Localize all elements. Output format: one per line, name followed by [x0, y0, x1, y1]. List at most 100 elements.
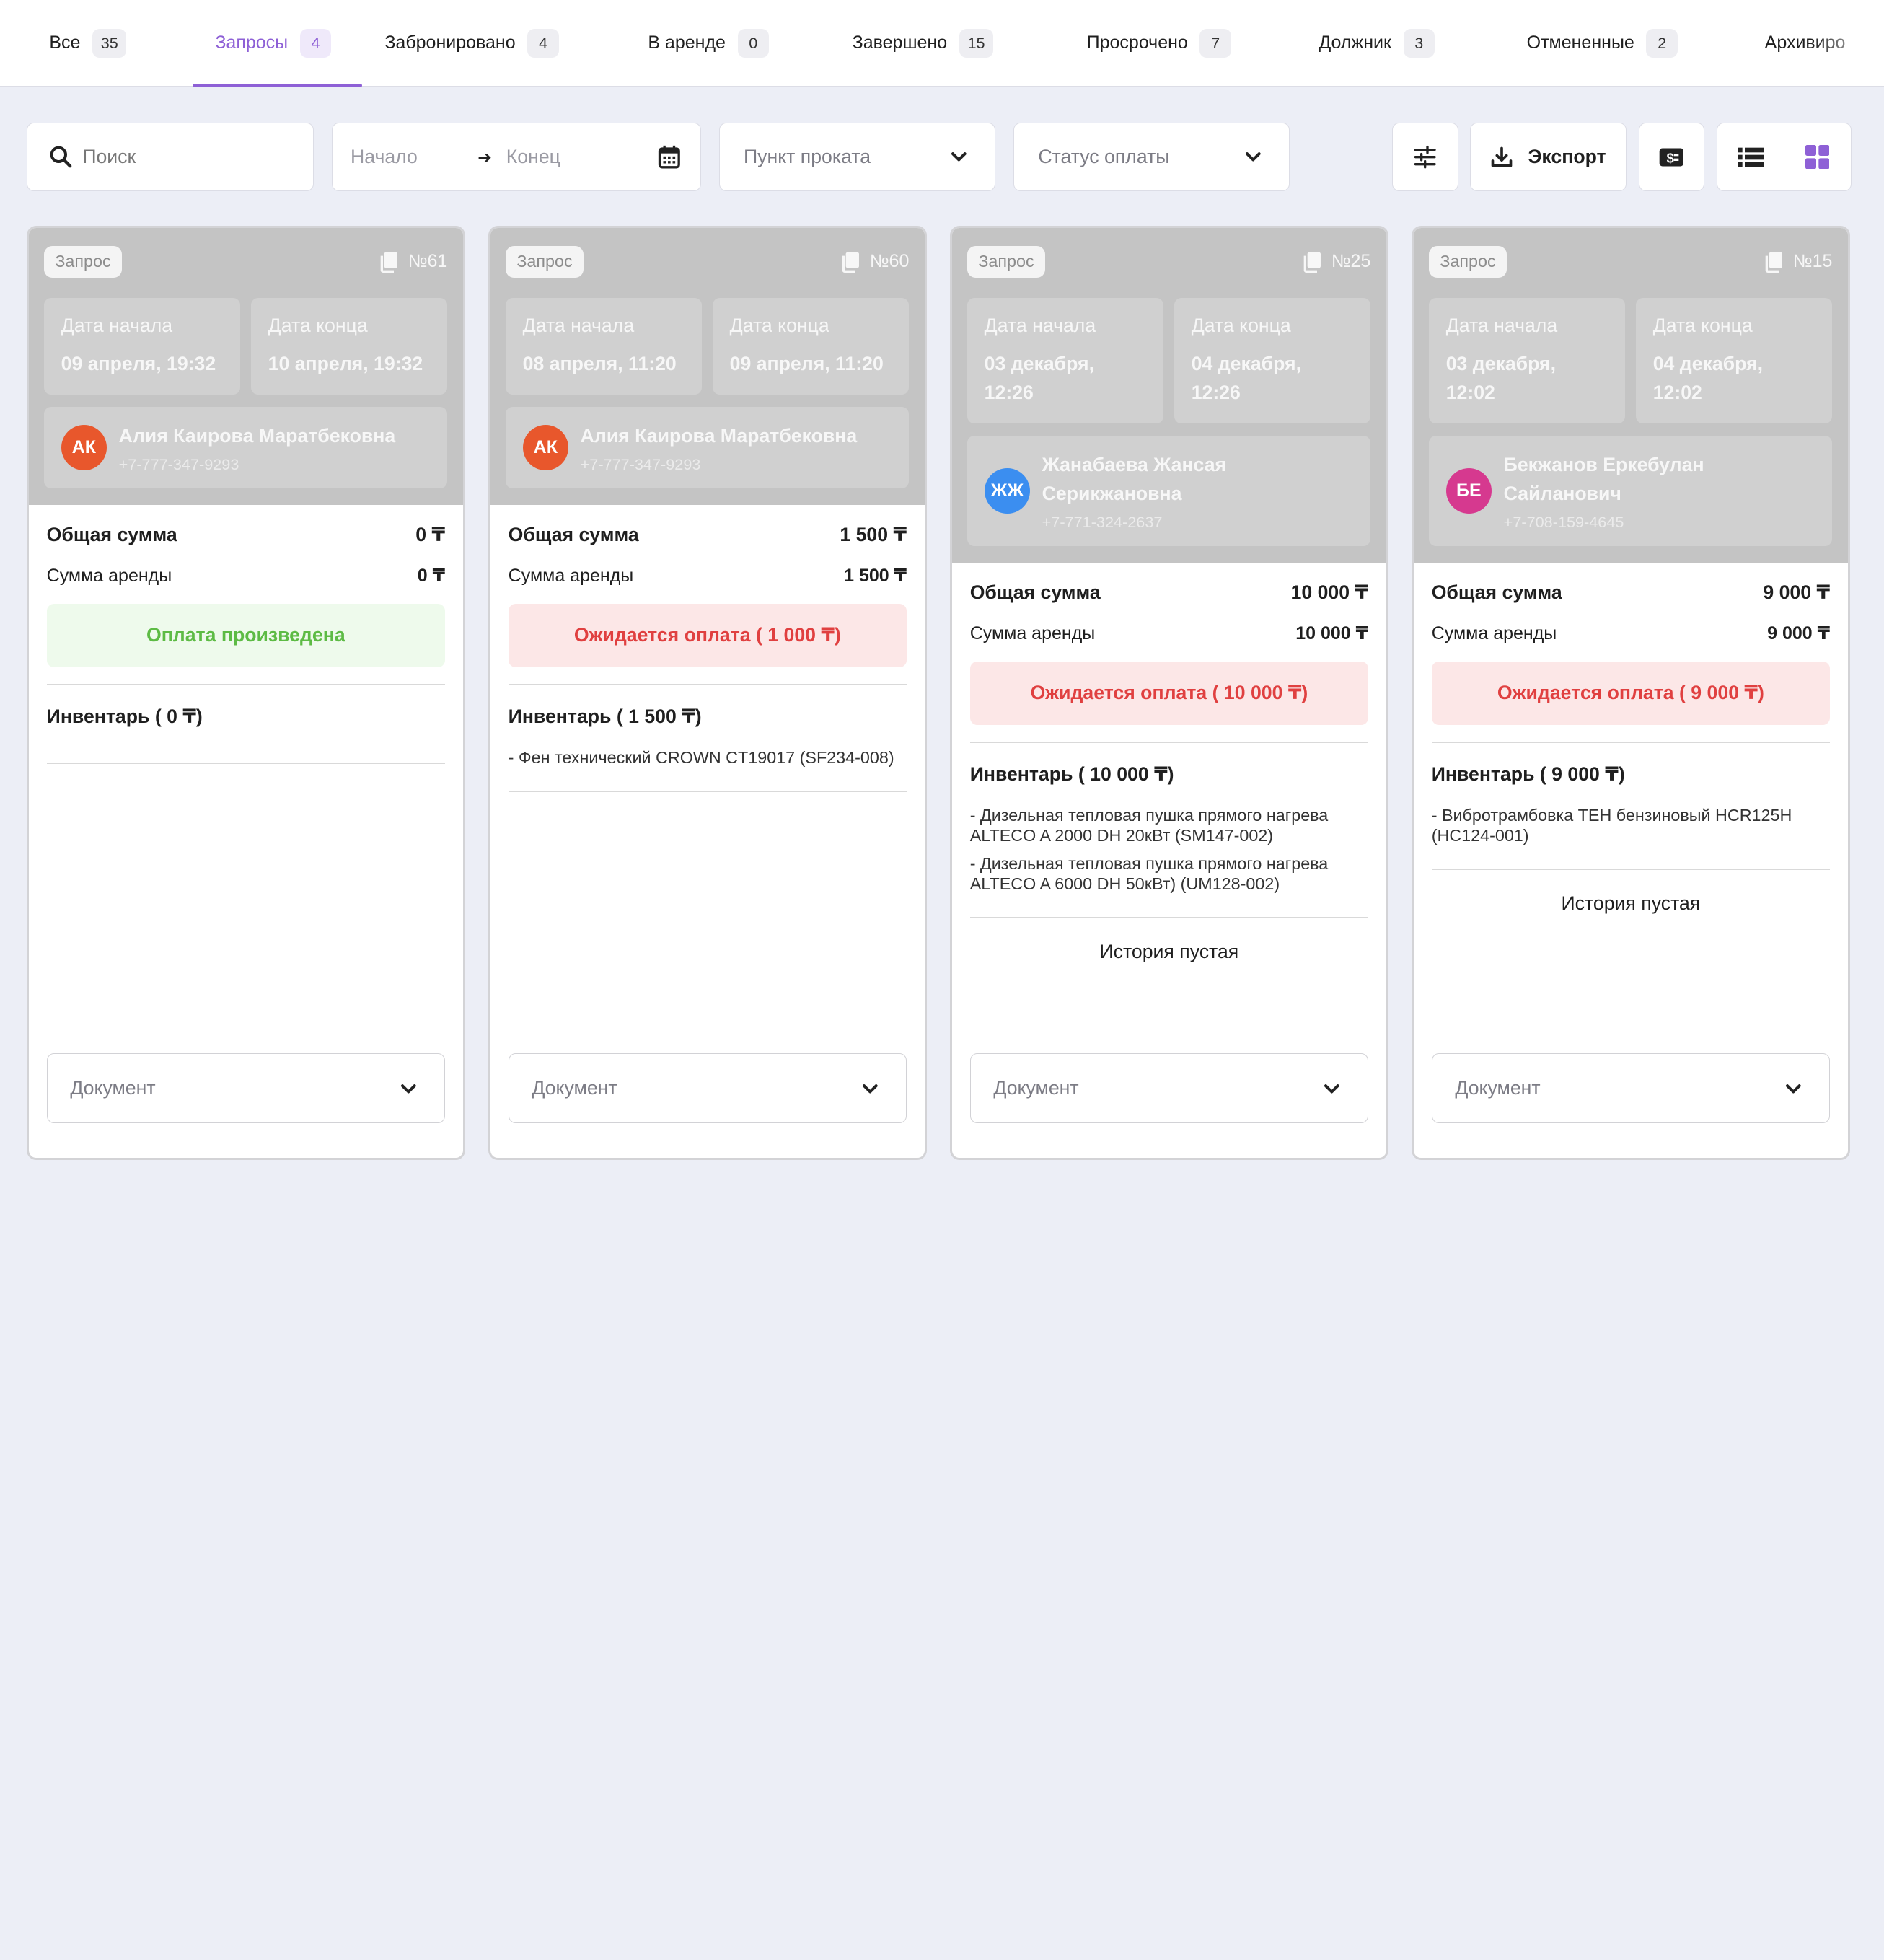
tab-booked[interactable]: Забронировано 4 [362, 0, 625, 86]
order-card[interactable]: Запрос №25 Дата начала 03 декабря, 12:26… [949, 226, 1389, 1161]
tab-label: Должник [1319, 32, 1391, 53]
document-select[interactable]: Документ [508, 1053, 907, 1124]
rent-label: Сумма аренды [1431, 623, 1557, 643]
date-range-picker[interactable]: Начало ➔ Конец [331, 123, 701, 191]
start-date-label: Дата начала [522, 315, 635, 337]
list-item: - Дизельная тепловая пушка прямого нагре… [969, 805, 1329, 845]
end-date-label: Дата конца [729, 315, 829, 337]
client-info[interactable]: БЕ Бекжанов Еркебулан Сайланович +7-708-… [1429, 435, 1833, 546]
inventory-title: Инвентарь ( 9 000 ₸) [1431, 763, 1625, 786]
tab-label: Просрочено [1086, 32, 1188, 53]
date-end-placeholder: Конец [506, 146, 560, 167]
total-row: Общая сумма 10 000 ₸ [970, 579, 1368, 606]
start-date-value: 03 декабря, 12:26 [984, 352, 1094, 403]
total-label: Общая сумма [46, 524, 177, 546]
end-date-value: 04 декабря, 12:02 [1652, 352, 1764, 403]
start-date-value: 09 апреля, 19:32 [61, 352, 216, 374]
start-date-label: Дата начала [1445, 315, 1558, 337]
total-value: 10 000 ₸ [1290, 581, 1369, 604]
filter-toolbar: Поиск Начало ➔ Конец Пункт проката Стату… [26, 123, 1852, 191]
order-card[interactable]: Запрос №60 Дата начала 08 апреля, 11:20 … [488, 226, 928, 1161]
tab-cancelled[interactable]: Отмененные 2 [1504, 0, 1742, 86]
card-header: Запрос №60 Дата начала 08 апреля, 11:20 … [490, 228, 925, 505]
document-select[interactable]: Документ [969, 1053, 1369, 1124]
tab-overdue[interactable]: Просрочено 7 [1064, 0, 1296, 86]
tab-count: 7 [1199, 28, 1231, 58]
history-empty: История пустая [1099, 941, 1239, 963]
start-date-value: 08 апреля, 11:20 [522, 352, 677, 374]
chevron-down-icon [1246, 152, 1261, 162]
end-date-label: Дата конца [1191, 315, 1291, 337]
rental-point-select[interactable]: Пункт проката [718, 123, 995, 191]
card-header: Запрос №15 Дата начала 03 декабря, 12:02… [1413, 228, 1849, 563]
client-name: Алия Каирова Маратбековна [580, 424, 858, 447]
payment-status[interactable]: Ожидается оплата ( 9 000 ₸) [1431, 661, 1831, 725]
client-name: Алия Каирова Маратбековна [118, 424, 396, 447]
client-name: Бекжанов Еркебулан Сайланович [1503, 453, 1704, 504]
search-input[interactable]: Поиск [26, 123, 314, 191]
arrow-right-icon: ➔ [477, 147, 492, 167]
date-start-placeholder: Начало [350, 146, 418, 167]
client-name: Жанабаева Жансая Серикжановна [1042, 453, 1227, 504]
tab-count: 2 [1646, 28, 1678, 58]
payment-status[interactable]: Ожидается оплата ( 1 000 ₸) [508, 603, 907, 667]
order-card[interactable]: Запрос №15 Дата начала 03 декабря, 12:02… [1411, 226, 1851, 1161]
start-date-box: Дата начала 09 апреля, 19:32 [44, 297, 241, 395]
copy-icon[interactable] [1303, 251, 1322, 273]
copy-icon[interactable] [379, 251, 399, 273]
client-info[interactable]: АК Алия Каирова Маратбековна +7-777-347-… [44, 406, 448, 488]
document-placeholder: Документ [993, 1077, 1079, 1099]
tab-label: Завершено [852, 32, 948, 53]
rent-label: Сумма аренды [46, 565, 172, 586]
tab-count: 4 [299, 28, 332, 58]
client-info[interactable]: ЖЖ Жанабаева Жансая Серикжановна +7-771-… [967, 435, 1371, 546]
client-phone: +7-771-324-2637 [1042, 512, 1163, 531]
order-number-text: №25 [1331, 251, 1371, 272]
grid-view-button[interactable] [1783, 123, 1851, 190]
rent-value: 0 ₸ [417, 566, 445, 586]
rent-label: Сумма аренды [969, 623, 1096, 643]
tab-label: Отмененные [1526, 32, 1634, 53]
inventory-title: Инвентарь ( 1 500 ₸) [508, 706, 702, 728]
tab-requests[interactable]: Запросы 4 [192, 0, 362, 88]
currency-button[interactable]: $ [1638, 123, 1705, 191]
chevron-down-icon [400, 1084, 416, 1094]
divider [969, 742, 1369, 743]
tab-all[interactable]: Все 35 [27, 0, 193, 86]
copy-icon[interactable] [841, 251, 860, 273]
order-card[interactable]: Запрос №61 Дата начала 09 апреля, 19:32 … [26, 226, 465, 1161]
order-number: №25 [1303, 251, 1371, 273]
document-select[interactable]: Документ [1431, 1053, 1831, 1124]
end-date-box: Дата конца 04 декабря, 12:02 [1636, 297, 1833, 424]
tab-completed[interactable]: Завершено 15 [829, 0, 1064, 86]
chevron-down-icon [1785, 1084, 1801, 1094]
status-badge: Запрос [967, 246, 1045, 278]
order-number: №15 [1764, 251, 1832, 273]
divider [508, 684, 907, 685]
rentals-page: Все 35 Запросы 4 Забронировано 4 В аренде 0 … [0, 0, 1884, 1176]
document-placeholder: Документ [70, 1077, 156, 1099]
total-row: Общая сумма 1 500 ₸ [509, 522, 907, 548]
divider [46, 684, 445, 685]
tab-in-rent[interactable]: В аренде 0 [625, 0, 829, 86]
chevron-down-icon [862, 1084, 878, 1094]
tab-label: Забронировано [384, 32, 516, 53]
end-date-label: Дата конца [268, 315, 368, 337]
end-date-value: 04 декабря, 12:26 [1191, 352, 1302, 403]
filter-settings-button[interactable] [1392, 123, 1458, 191]
export-button[interactable]: Экспорт [1470, 123, 1627, 191]
client-info[interactable]: АК Алия Каирова Маратбековна +7-777-347-… [506, 406, 910, 488]
start-date-box: Дата начала 08 апреля, 11:20 [506, 297, 703, 395]
total-row: Общая сумма 9 000 ₸ [1432, 579, 1830, 606]
document-select[interactable]: Документ [46, 1053, 445, 1124]
payment-status[interactable]: Оплата произведена [46, 603, 445, 667]
list-view-button[interactable] [1717, 123, 1784, 190]
calendar-icon[interactable] [658, 145, 681, 169]
inventory-title: Инвентарь ( 0 ₸) [46, 706, 203, 728]
tab-debtor[interactable]: Должник 3 [1296, 0, 1504, 86]
order-number: №61 [379, 251, 447, 273]
payment-status[interactable]: Ожидается оплата ( 10 000 ₸) [969, 661, 1369, 725]
copy-icon[interactable] [1764, 251, 1784, 273]
end-date-box: Дата конца 10 апреля, 19:32 [251, 297, 448, 395]
payment-status-select[interactable]: Статус оплаты [1013, 123, 1290, 191]
